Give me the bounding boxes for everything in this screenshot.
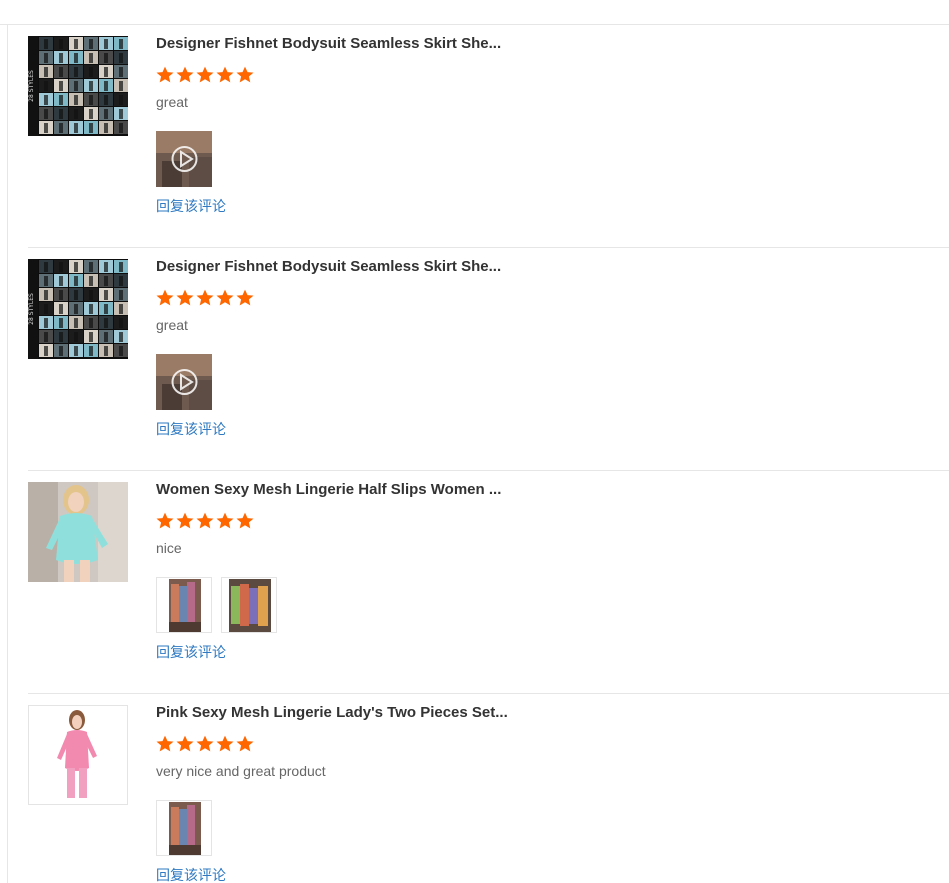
star-rating (155, 511, 255, 531)
review-photo[interactable] (156, 577, 212, 633)
review-comment: very nice and great product (156, 763, 326, 779)
review-item: Women Sexy Mesh Lingerie Half Slips Wome… (28, 471, 949, 694)
review-photo[interactable] (156, 800, 212, 856)
star-icon (196, 66, 214, 83)
star-icon (176, 289, 194, 306)
reply-to-review-link[interactable]: 回复该评论 (156, 866, 226, 883)
star-icon (156, 66, 174, 83)
review-item: Pink Sexy Mesh Lingerie Lady's Two Piece… (28, 694, 949, 883)
star-icon (176, 735, 194, 752)
product-title-link[interactable]: Pink Sexy Mesh Lingerie Lady's Two Piece… (156, 704, 516, 722)
star-icon (176, 66, 194, 83)
review-media (156, 800, 212, 856)
product-title-link[interactable]: Women Sexy Mesh Lingerie Half Slips Wome… (156, 481, 516, 499)
play-icon (156, 131, 212, 187)
star-rating (155, 734, 255, 754)
review-photo[interactable] (221, 577, 277, 633)
star-icon (176, 512, 194, 529)
star-icon (156, 289, 174, 306)
star-icon (196, 289, 214, 306)
garments-rack-photo (157, 578, 211, 632)
star-icon (216, 66, 234, 83)
play-icon (156, 354, 212, 410)
garments-rack-photo (157, 801, 211, 855)
star-icon (156, 735, 174, 752)
review-comment: great (156, 317, 188, 333)
review-comment: nice (156, 540, 182, 556)
star-icon (236, 735, 254, 752)
model-mint-dress-image (28, 482, 128, 582)
star-icon (216, 512, 234, 529)
reply-to-review-link[interactable]: 回复该评论 (156, 643, 226, 661)
video-thumbnail[interactable] (156, 354, 212, 410)
star-icon (216, 735, 234, 752)
model-pink-set-image (29, 706, 127, 804)
review-item: 28 STYLES Designer Fishnet Bodysuit Seam… (28, 248, 949, 471)
star-icon (236, 289, 254, 306)
star-icon (196, 512, 214, 529)
product-title-link[interactable]: Designer Fishnet Bodysuit Seamless Skirt… (156, 35, 516, 53)
reply-to-review-link[interactable]: 回复该评论 (156, 197, 226, 215)
left-divider (7, 24, 8, 883)
star-icon (196, 735, 214, 752)
star-icon (156, 512, 174, 529)
review-media (156, 354, 212, 410)
star-icon (216, 289, 234, 306)
svg-text:28 STYLES: 28 STYLES (28, 293, 35, 325)
review-list: 28 STYLES Designer Fishnet Bodysuit Seam… (28, 25, 949, 883)
fishnet-catalog-image: 28 STYLES (28, 36, 128, 136)
star-rating (155, 65, 255, 85)
svg-text:28 STYLES: 28 STYLES (28, 70, 35, 102)
product-thumbnail[interactable] (28, 705, 128, 805)
garments-colorful-photo (222, 578, 276, 632)
review-item: 28 STYLES Designer Fishnet Bodysuit Seam… (28, 25, 949, 248)
reply-to-review-link[interactable]: 回复该评论 (156, 420, 226, 438)
fishnet-catalog-image: 28 STYLES (28, 259, 128, 359)
star-icon (236, 66, 254, 83)
star-rating (155, 288, 255, 308)
review-media (156, 577, 277, 633)
product-thumbnail[interactable]: 28 STYLES (28, 259, 128, 359)
review-media (156, 131, 212, 187)
star-icon (236, 512, 254, 529)
product-thumbnail[interactable] (28, 482, 128, 582)
video-thumbnail[interactable] (156, 131, 212, 187)
reviews-page: 28 STYLES Designer Fishnet Bodysuit Seam… (0, 0, 949, 883)
product-thumbnail[interactable]: 28 STYLES (28, 36, 128, 136)
product-title-link[interactable]: Designer Fishnet Bodysuit Seamless Skirt… (156, 258, 516, 276)
review-comment: great (156, 94, 188, 110)
